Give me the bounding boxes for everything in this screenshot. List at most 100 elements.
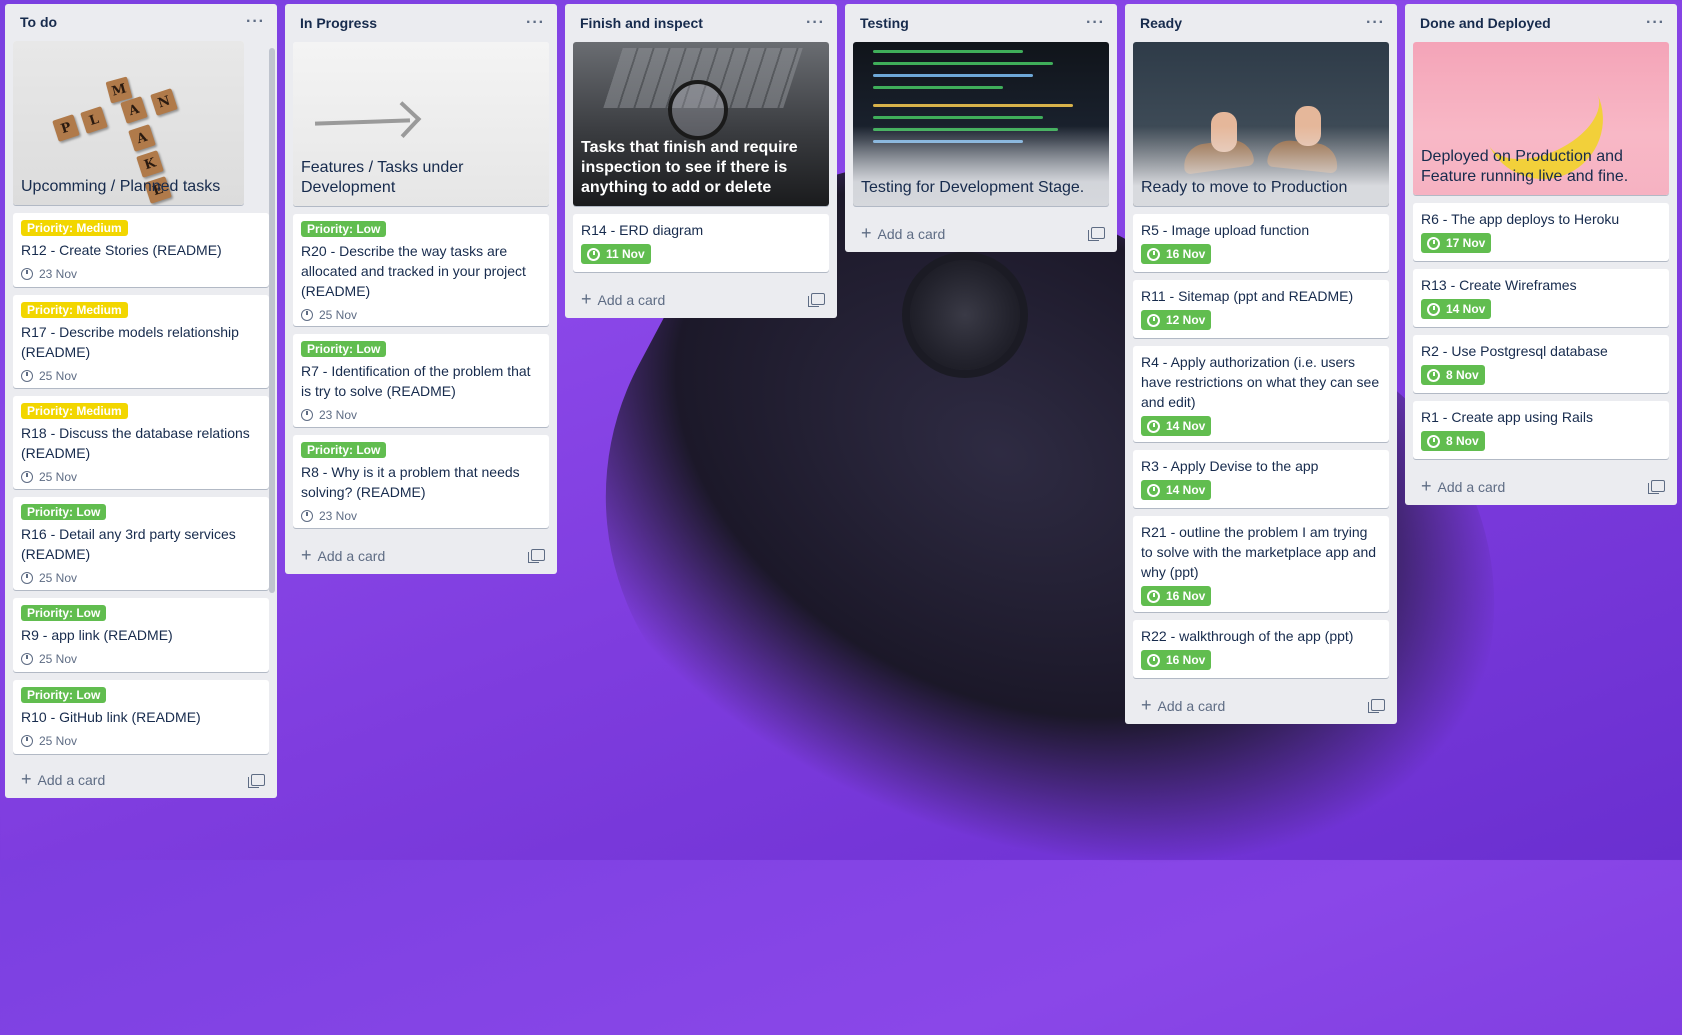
list-done-and-deployed: Done and Deployed ··· Deployed on Produc… [1405, 4, 1677, 505]
cover-card[interactable]: Ready to move to Production [1133, 42, 1389, 206]
priority-label: Priority: Low [301, 341, 387, 357]
clock-icon [21, 734, 33, 747]
card-template-icon[interactable] [1368, 699, 1385, 713]
due-date-badge[interactable]: 8 Nov [1421, 431, 1485, 451]
list-scrollbar[interactable] [269, 48, 275, 593]
card-template-icon[interactable] [1088, 227, 1105, 241]
list-title[interactable]: Done and Deployed [1420, 15, 1551, 31]
card-title: R14 - ERD diagram [581, 222, 704, 238]
add-card-footer: + Add a card [1405, 467, 1677, 505]
clock-icon [1147, 483, 1160, 497]
card-template-icon[interactable] [808, 293, 825, 307]
card[interactable]: R21 - outline the problem I am trying to… [1133, 516, 1389, 612]
card[interactable]: Priority: Medium R18 - Discuss the datab… [13, 395, 269, 489]
card[interactable]: R13 - Create Wireframes 14 Nov [1413, 269, 1669, 327]
add-card-button[interactable]: + Add a card [861, 223, 945, 244]
more-icon[interactable]: ··· [526, 14, 545, 32]
due-date-badge[interactable]: 11 Nov [581, 244, 651, 264]
more-icon[interactable]: ··· [1086, 14, 1105, 32]
due-date-text: 12 Nov [1166, 313, 1206, 327]
more-icon[interactable]: ··· [246, 13, 265, 31]
cover-title: Tasks that finish and require inspection… [581, 139, 798, 196]
list-title[interactable]: Ready [1140, 15, 1182, 31]
more-icon[interactable]: ··· [1646, 14, 1665, 32]
clock-icon [21, 652, 33, 665]
cover-image: Deployed on Production and Feature runni… [1413, 42, 1669, 195]
due-date-badge[interactable]: 12 Nov [1141, 310, 1212, 330]
more-icon[interactable]: ··· [806, 14, 825, 32]
list-title[interactable]: Finish and inspect [580, 15, 703, 31]
clock-icon [301, 409, 313, 421]
priority-label: Priority: Low [21, 503, 107, 520]
card[interactable]: R14 - ERD diagram 11 Nov [573, 214, 829, 272]
add-card-button[interactable]: + Add a card [21, 769, 105, 790]
card[interactable]: R4 - Apply authorization (i.e. users hav… [1133, 346, 1389, 442]
card-template-icon[interactable] [248, 773, 265, 788]
cover-card[interactable]: Tasks that finish and require inspection… [573, 42, 829, 206]
card[interactable]: R11 - Sitemap (ppt and README) 12 Nov [1133, 280, 1389, 338]
due-date-badge[interactable]: 16 Nov [1141, 244, 1212, 264]
card[interactable]: R5 - Image upload function 16 Nov [1133, 214, 1389, 272]
card-title: R20 - Describe the way tasks are allocat… [301, 243, 526, 299]
cover-card[interactable]: Testing for Development Stage. [853, 42, 1109, 206]
card-list: Testing for Development Stage. [845, 42, 1117, 214]
due-date-badge[interactable]: 17 Nov [1421, 233, 1492, 253]
card-template-icon[interactable] [1648, 480, 1665, 494]
card-title: R1 - Create app using Rails [1421, 409, 1593, 425]
clock-icon [1147, 419, 1160, 433]
card-title: R22 - walkthrough of the app (ppt) [1141, 628, 1354, 644]
priority-label: Priority: Low [301, 221, 387, 237]
list-header: Done and Deployed ··· [1405, 4, 1677, 42]
list-header: In Progress ··· [285, 4, 557, 42]
card[interactable]: Priority: Low R10 - GitHub link (README)… [13, 679, 269, 754]
cover-title: Testing for Development Stage. [861, 179, 1085, 196]
add-card-label: Add a card [597, 291, 666, 308]
card[interactable]: Priority: Low R9 - app link (README) 25 … [13, 597, 269, 672]
card[interactable]: R2 - Use Postgresql database 8 Nov [1413, 335, 1669, 393]
add-card-button[interactable]: + Add a card [1141, 695, 1225, 716]
card[interactable]: Priority: Low R7 - Identification of the… [293, 334, 549, 427]
list-title[interactable]: To do [20, 14, 57, 30]
list-to-do: To do ··· M P L A N A K E Upcomming / Pl… [5, 4, 277, 798]
cover-image: Ready to move to Production [1133, 42, 1389, 206]
arrow-drawing [314, 118, 411, 126]
card[interactable]: R6 - The app deploys to Heroku 17 Nov [1413, 203, 1669, 261]
list-header: To do ··· [5, 4, 277, 41]
add-card-label: Add a card [37, 772, 106, 789]
cover-card[interactable]: Features / Tasks under Development [293, 42, 549, 206]
card[interactable]: Priority: Medium R17 - Describe models r… [13, 294, 269, 388]
due-date: 25 Nov [21, 366, 261, 386]
card[interactable]: R22 - walkthrough of the app (ppt) 16 No… [1133, 620, 1389, 678]
scrabble-tile: P [52, 113, 80, 142]
card[interactable]: Priority: Low R16 - Detail any 3rd party… [13, 496, 269, 590]
more-icon[interactable]: ··· [1366, 14, 1385, 32]
list-title[interactable]: In Progress [300, 15, 377, 31]
list-title[interactable]: Testing [860, 15, 909, 31]
due-date-badge[interactable]: 14 Nov [1141, 480, 1212, 500]
card-title: R11 - Sitemap (ppt and README) [1141, 288, 1354, 304]
add-card-button[interactable]: + Add a card [1421, 476, 1505, 497]
due-date-badge[interactable]: 14 Nov [1141, 416, 1212, 436]
due-date-badge[interactable]: 8 Nov [1421, 365, 1485, 385]
card[interactable]: R3 - Apply Devise to the app 14 Nov [1133, 450, 1389, 508]
card[interactable]: R1 - Create app using Rails 8 Nov [1413, 401, 1669, 459]
add-card-button[interactable]: + Add a card [581, 289, 665, 310]
add-card-button[interactable]: + Add a card [301, 545, 385, 566]
cover-card[interactable]: M P L A N A K E Upcomming / Planned task… [13, 40, 244, 205]
due-date-badge[interactable]: 16 Nov [1141, 650, 1212, 670]
card-list: Deployed on Production and Feature runni… [1405, 42, 1677, 467]
add-card-label: Add a card [877, 225, 946, 242]
cover-card[interactable]: Deployed on Production and Feature runni… [1413, 42, 1669, 195]
due-date-text: 16 Nov [1166, 589, 1206, 603]
add-card-footer: + Add a card [565, 280, 837, 318]
due-date-badge[interactable]: 14 Nov [1421, 299, 1492, 319]
due-date-badge[interactable]: 16 Nov [1141, 586, 1212, 606]
card[interactable]: Priority: Low R20 - Describe the way tas… [293, 214, 549, 326]
due-date-text: 16 Nov [1166, 653, 1206, 667]
card[interactable]: Priority: Medium R12 - Create Stories (R… [13, 212, 269, 287]
card-template-icon[interactable] [528, 549, 545, 563]
card[interactable]: Priority: Low R8 - Why is it a problem t… [293, 435, 549, 528]
list-header: Testing ··· [845, 4, 1117, 42]
due-date-text: 8 Nov [1446, 368, 1479, 382]
due-date-text: 17 Nov [1446, 236, 1486, 250]
